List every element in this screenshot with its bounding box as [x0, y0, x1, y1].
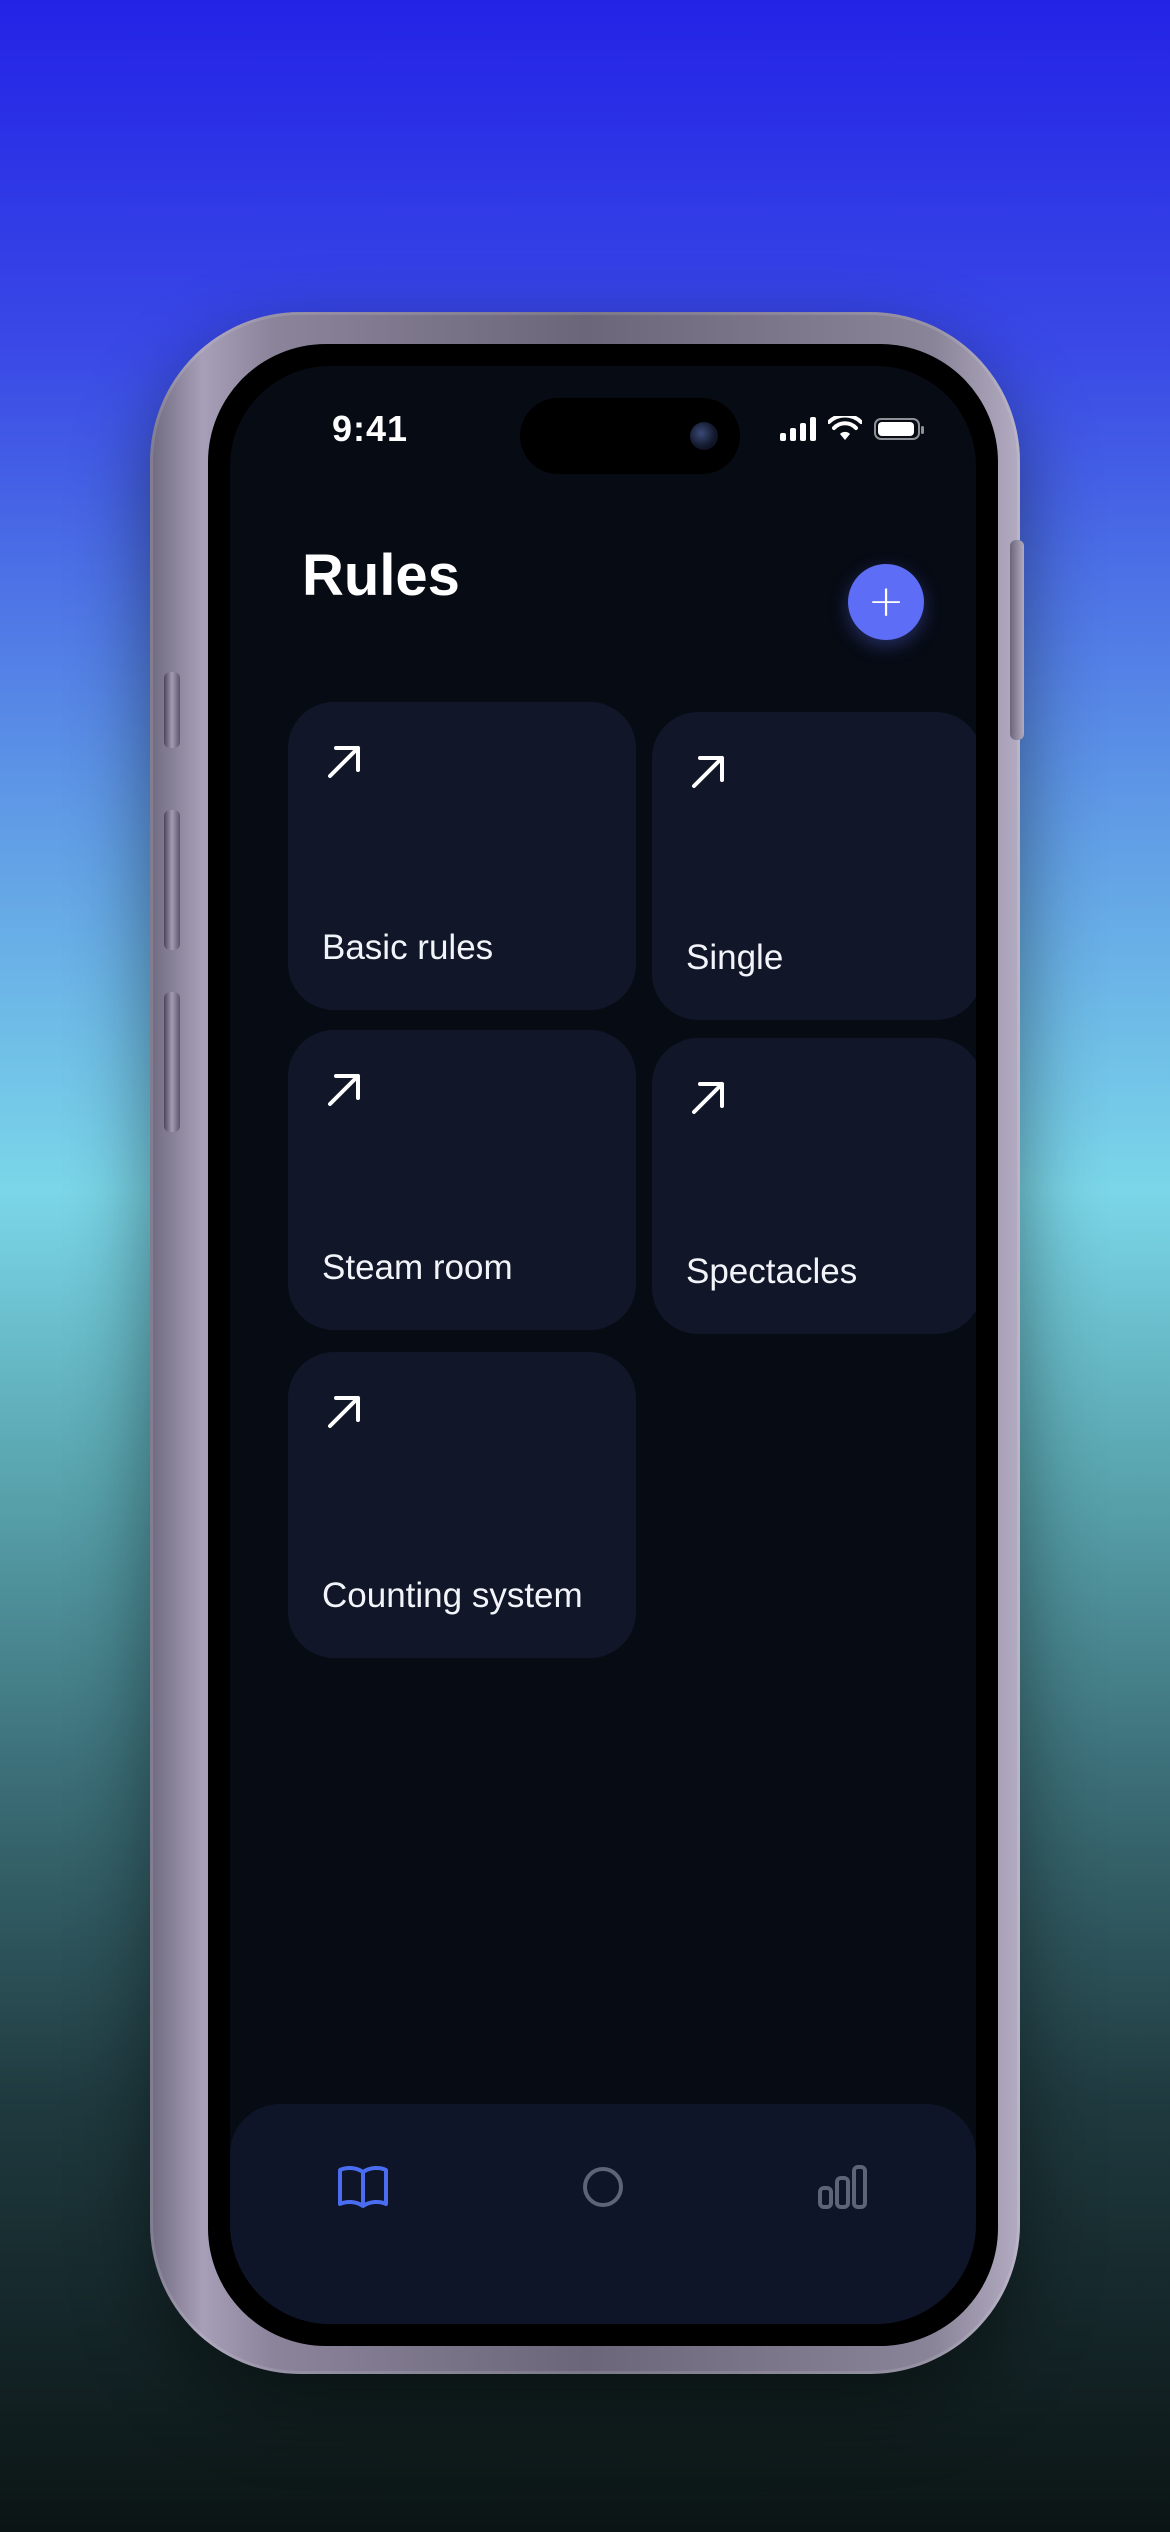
- camera-icon: [690, 422, 718, 450]
- arrow-up-right-icon: [328, 1396, 360, 1428]
- arrow-up-right-icon: [692, 756, 724, 788]
- tab-home[interactable]: [568, 2152, 638, 2222]
- cellular-signal-icon: [780, 417, 816, 441]
- status-icons: [780, 416, 924, 442]
- rule-card-counting-system[interactable]: Counting system: [288, 1352, 636, 1658]
- bar-chart-icon: [818, 2165, 867, 2209]
- arrow-up-right-icon: [328, 746, 360, 778]
- dynamic-island: [520, 398, 740, 474]
- add-rule-button[interactable]: +: [848, 564, 924, 640]
- rule-card-label: Basic rules: [322, 928, 494, 967]
- phone-screen: 9:41 Rules + Basic rules Single Steam ro…: [230, 366, 976, 2324]
- rule-card-basic-rules[interactable]: Basic rules: [288, 702, 636, 1010]
- page-title: Rules: [302, 543, 460, 608]
- phone-bezel: 9:41 Rules + Basic rules Single Steam ro…: [208, 344, 998, 2346]
- volume-up-button: [164, 810, 180, 950]
- volume-down-button: [164, 992, 180, 1132]
- arrow-up-right-icon: [692, 1082, 724, 1114]
- tab-bar: [230, 2104, 976, 2324]
- status-bar: 9:41: [230, 366, 976, 486]
- rule-card-label: Counting system: [322, 1576, 583, 1615]
- rule-card-steam-room[interactable]: Steam room: [288, 1030, 636, 1330]
- arrow-up-right-icon: [328, 1074, 360, 1106]
- action-button: [164, 672, 180, 748]
- status-time: 9:41: [332, 408, 409, 449]
- rule-card-single[interactable]: Single: [652, 712, 976, 1020]
- rule-card-spectacles[interactable]: Spectacles: [652, 1038, 976, 1334]
- power-button: [1010, 540, 1024, 740]
- phone-frame: 9:41 Rules + Basic rules Single Steam ro…: [150, 312, 1020, 2374]
- tab-rules[interactable]: [328, 2152, 398, 2222]
- rule-card-label: Spectacles: [686, 1252, 858, 1291]
- wifi-icon: [828, 416, 862, 440]
- tab-stats[interactable]: [808, 2152, 878, 2222]
- book-icon: [338, 2165, 388, 2208]
- rule-card-label: Single: [686, 938, 784, 977]
- rule-card-label: Steam room: [322, 1248, 513, 1287]
- circle-icon: [583, 2167, 623, 2207]
- battery-icon: [874, 418, 924, 440]
